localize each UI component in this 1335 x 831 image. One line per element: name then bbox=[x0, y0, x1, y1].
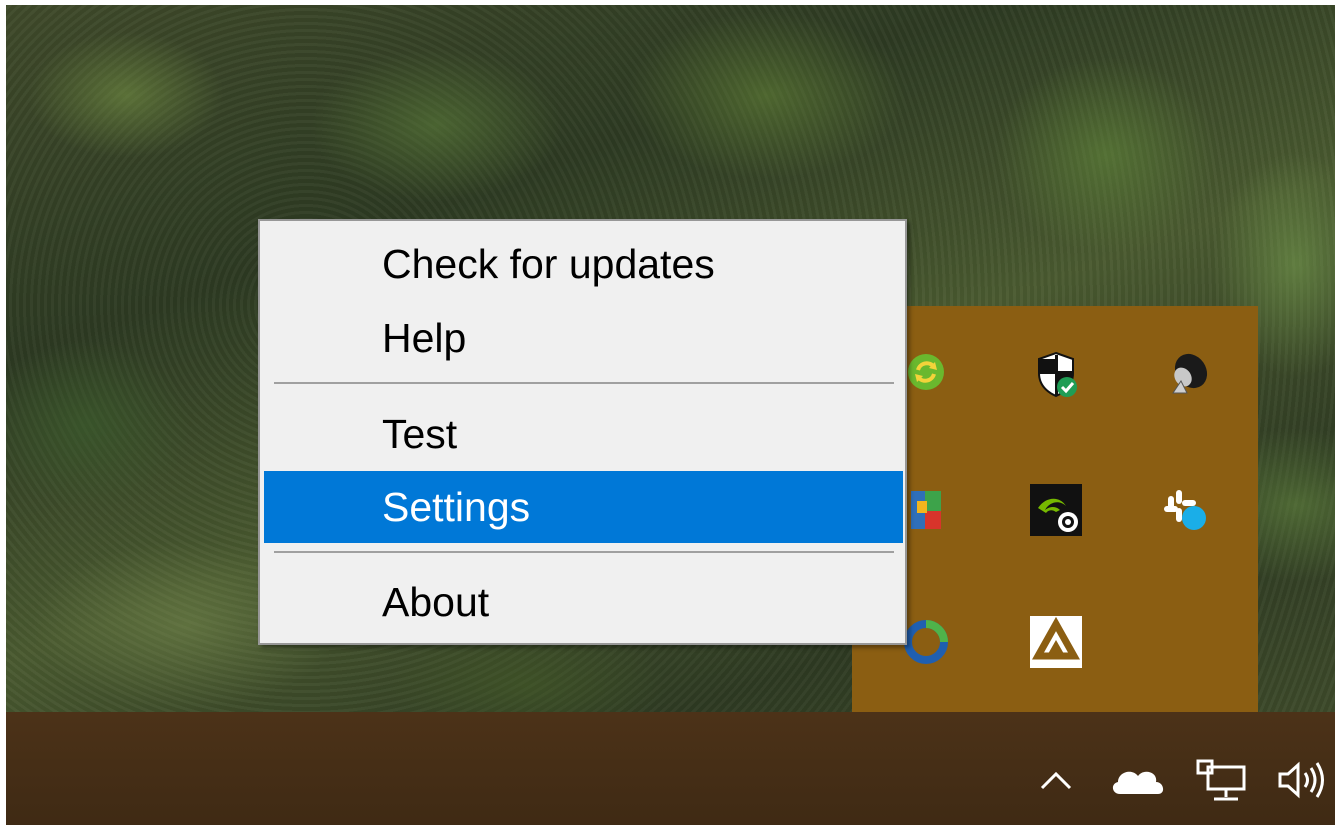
blue-ring-app-icon[interactable] bbox=[900, 616, 952, 668]
menu-item-label: About bbox=[382, 578, 490, 625]
green-sync-icon[interactable] bbox=[900, 346, 952, 398]
tray-context-menu: Check for updates Help Test Settings Abo… bbox=[258, 219, 907, 645]
onedrive-cloud-icon[interactable] bbox=[1106, 756, 1170, 804]
menu-item-label: Test bbox=[382, 410, 458, 457]
menu-item-about[interactable]: About bbox=[264, 567, 903, 637]
menu-separator bbox=[274, 551, 894, 553]
speaker-satellite-icon[interactable] bbox=[1160, 346, 1212, 398]
nvidia-share-icon[interactable] bbox=[1030, 484, 1082, 536]
network-icon[interactable] bbox=[1190, 754, 1254, 806]
taskbar bbox=[6, 712, 1335, 825]
menu-separator bbox=[274, 382, 894, 384]
menu-item-check-for-updates[interactable]: Check for updates bbox=[264, 229, 903, 299]
menu-item-settings[interactable]: Settings bbox=[264, 471, 903, 543]
tray-overflow-flyout bbox=[852, 306, 1258, 712]
volume-icon[interactable] bbox=[1272, 756, 1332, 804]
menu-item-help[interactable]: Help bbox=[264, 303, 903, 373]
colored-app-icon[interactable] bbox=[900, 484, 952, 536]
windows-defender-shield-icon[interactable] bbox=[1030, 348, 1082, 400]
menu-item-label: Check for updates bbox=[382, 240, 715, 287]
slack-status-icon[interactable] bbox=[1160, 484, 1212, 536]
menu-item-label: Settings bbox=[382, 483, 531, 530]
menu-item-test[interactable]: Test bbox=[264, 399, 903, 469]
chevron-up-icon[interactable] bbox=[1034, 760, 1078, 800]
google-drive-icon[interactable] bbox=[1030, 616, 1082, 668]
menu-item-label: Help bbox=[382, 314, 467, 361]
